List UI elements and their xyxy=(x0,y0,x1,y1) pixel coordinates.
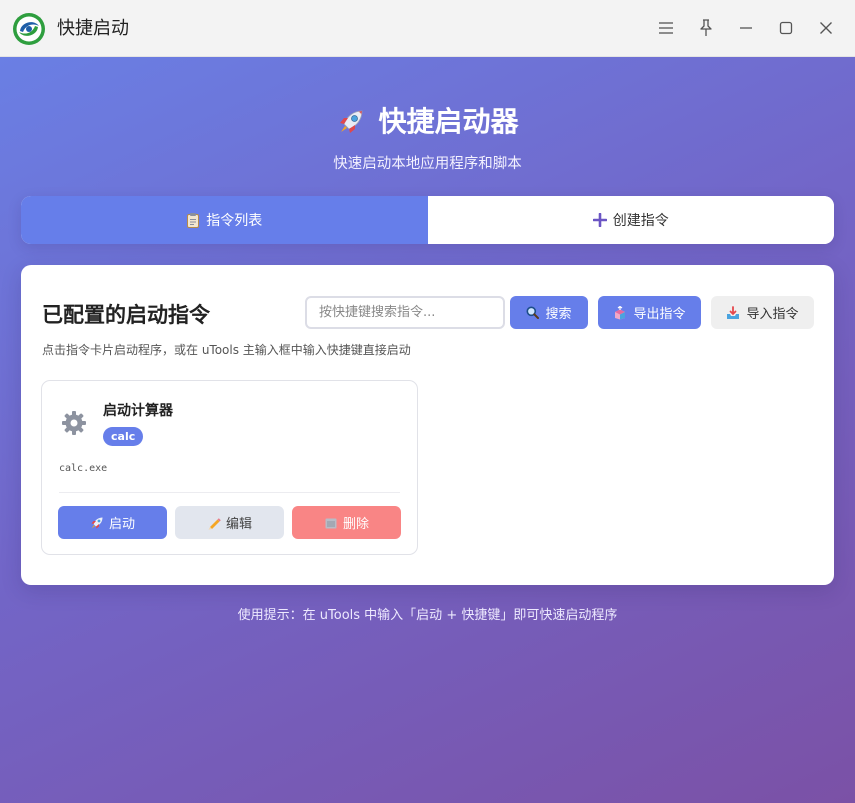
tab-create-command[interactable]: 创建指令 xyxy=(427,196,834,244)
trash-icon xyxy=(324,516,338,530)
page-title: 快捷启动器 xyxy=(0,101,855,142)
rocket-icon xyxy=(90,516,104,530)
import-button-label: 导入指令 xyxy=(746,307,799,322)
search-button[interactable]: 搜索 xyxy=(510,296,588,329)
export-button-label: 导出指令 xyxy=(633,307,686,322)
import-icon xyxy=(726,305,740,320)
command-panel: 已配置的启动指令 搜索 导出指令 xyxy=(21,265,834,585)
footer-tip: 使用提示：在 uTools 中输入「启动 + 快捷键」即可快速启动程序 xyxy=(237,608,618,623)
export-button[interactable]: 导出指令 xyxy=(598,296,701,329)
command-card[interactable]: 启动计算器 calc calc.exe 启动 编辑 删除 xyxy=(41,380,418,555)
gear-icon xyxy=(62,411,86,435)
clipboard-icon xyxy=(186,212,200,228)
pin-button[interactable] xyxy=(696,18,716,38)
tab-command-list[interactable]: 指令列表 xyxy=(21,196,428,244)
command-name: 启动计算器 xyxy=(103,403,173,419)
launch-button[interactable]: 启动 xyxy=(58,506,167,539)
minimize-button[interactable] xyxy=(736,18,756,38)
edit-button[interactable]: 编辑 xyxy=(175,506,284,539)
close-icon xyxy=(820,22,832,34)
panel-hint: 点击指令卡片启动程序，或在 uTools 主输入框中输入快捷键直接启动 xyxy=(42,343,411,357)
close-button[interactable] xyxy=(816,18,836,38)
delete-button-label: 删除 xyxy=(342,517,369,532)
utools-logo-icon xyxy=(13,13,45,45)
export-icon xyxy=(613,305,627,320)
search-input[interactable] xyxy=(305,296,505,329)
minimize-icon xyxy=(740,27,752,29)
tab-create-command-label: 创建指令 xyxy=(612,213,669,229)
menu-button[interactable] xyxy=(656,18,676,38)
tab-bar: 指令列表 创建指令 xyxy=(21,196,834,244)
search-button-label: 搜索 xyxy=(545,307,572,322)
maximize-icon xyxy=(779,21,793,35)
import-button[interactable]: 导入指令 xyxy=(711,296,814,329)
rocket-icon xyxy=(340,110,363,133)
pencil-icon xyxy=(207,516,221,530)
menu-icon xyxy=(659,22,673,34)
plus-icon xyxy=(592,213,607,227)
search-icon xyxy=(526,306,540,319)
main-area: 快捷启动器 快速启动本地应用程序和脚本 指令列表 创建指令 已配置的启动指令 按… xyxy=(0,57,855,803)
pin-icon xyxy=(700,19,712,36)
delete-button[interactable]: 删除 xyxy=(292,506,401,539)
command-keyword-badge: calc xyxy=(103,427,144,446)
window-titlebar: 快捷启动 xyxy=(0,0,855,57)
command-divider xyxy=(59,492,400,493)
command-path: calc.exe xyxy=(59,463,108,474)
maximize-button[interactable] xyxy=(776,18,796,38)
launch-button-label: 启动 xyxy=(108,517,135,532)
edit-button-label: 编辑 xyxy=(225,517,252,532)
tab-command-list-label: 指令列表 xyxy=(206,213,263,229)
page-title-text: 快捷启动器 xyxy=(378,105,519,138)
panel-title: 已配置的启动指令 xyxy=(42,303,210,327)
window-title: 快捷启动 xyxy=(57,18,129,39)
page-subtitle: 快速启动本地应用程序和脚本 xyxy=(333,156,522,172)
